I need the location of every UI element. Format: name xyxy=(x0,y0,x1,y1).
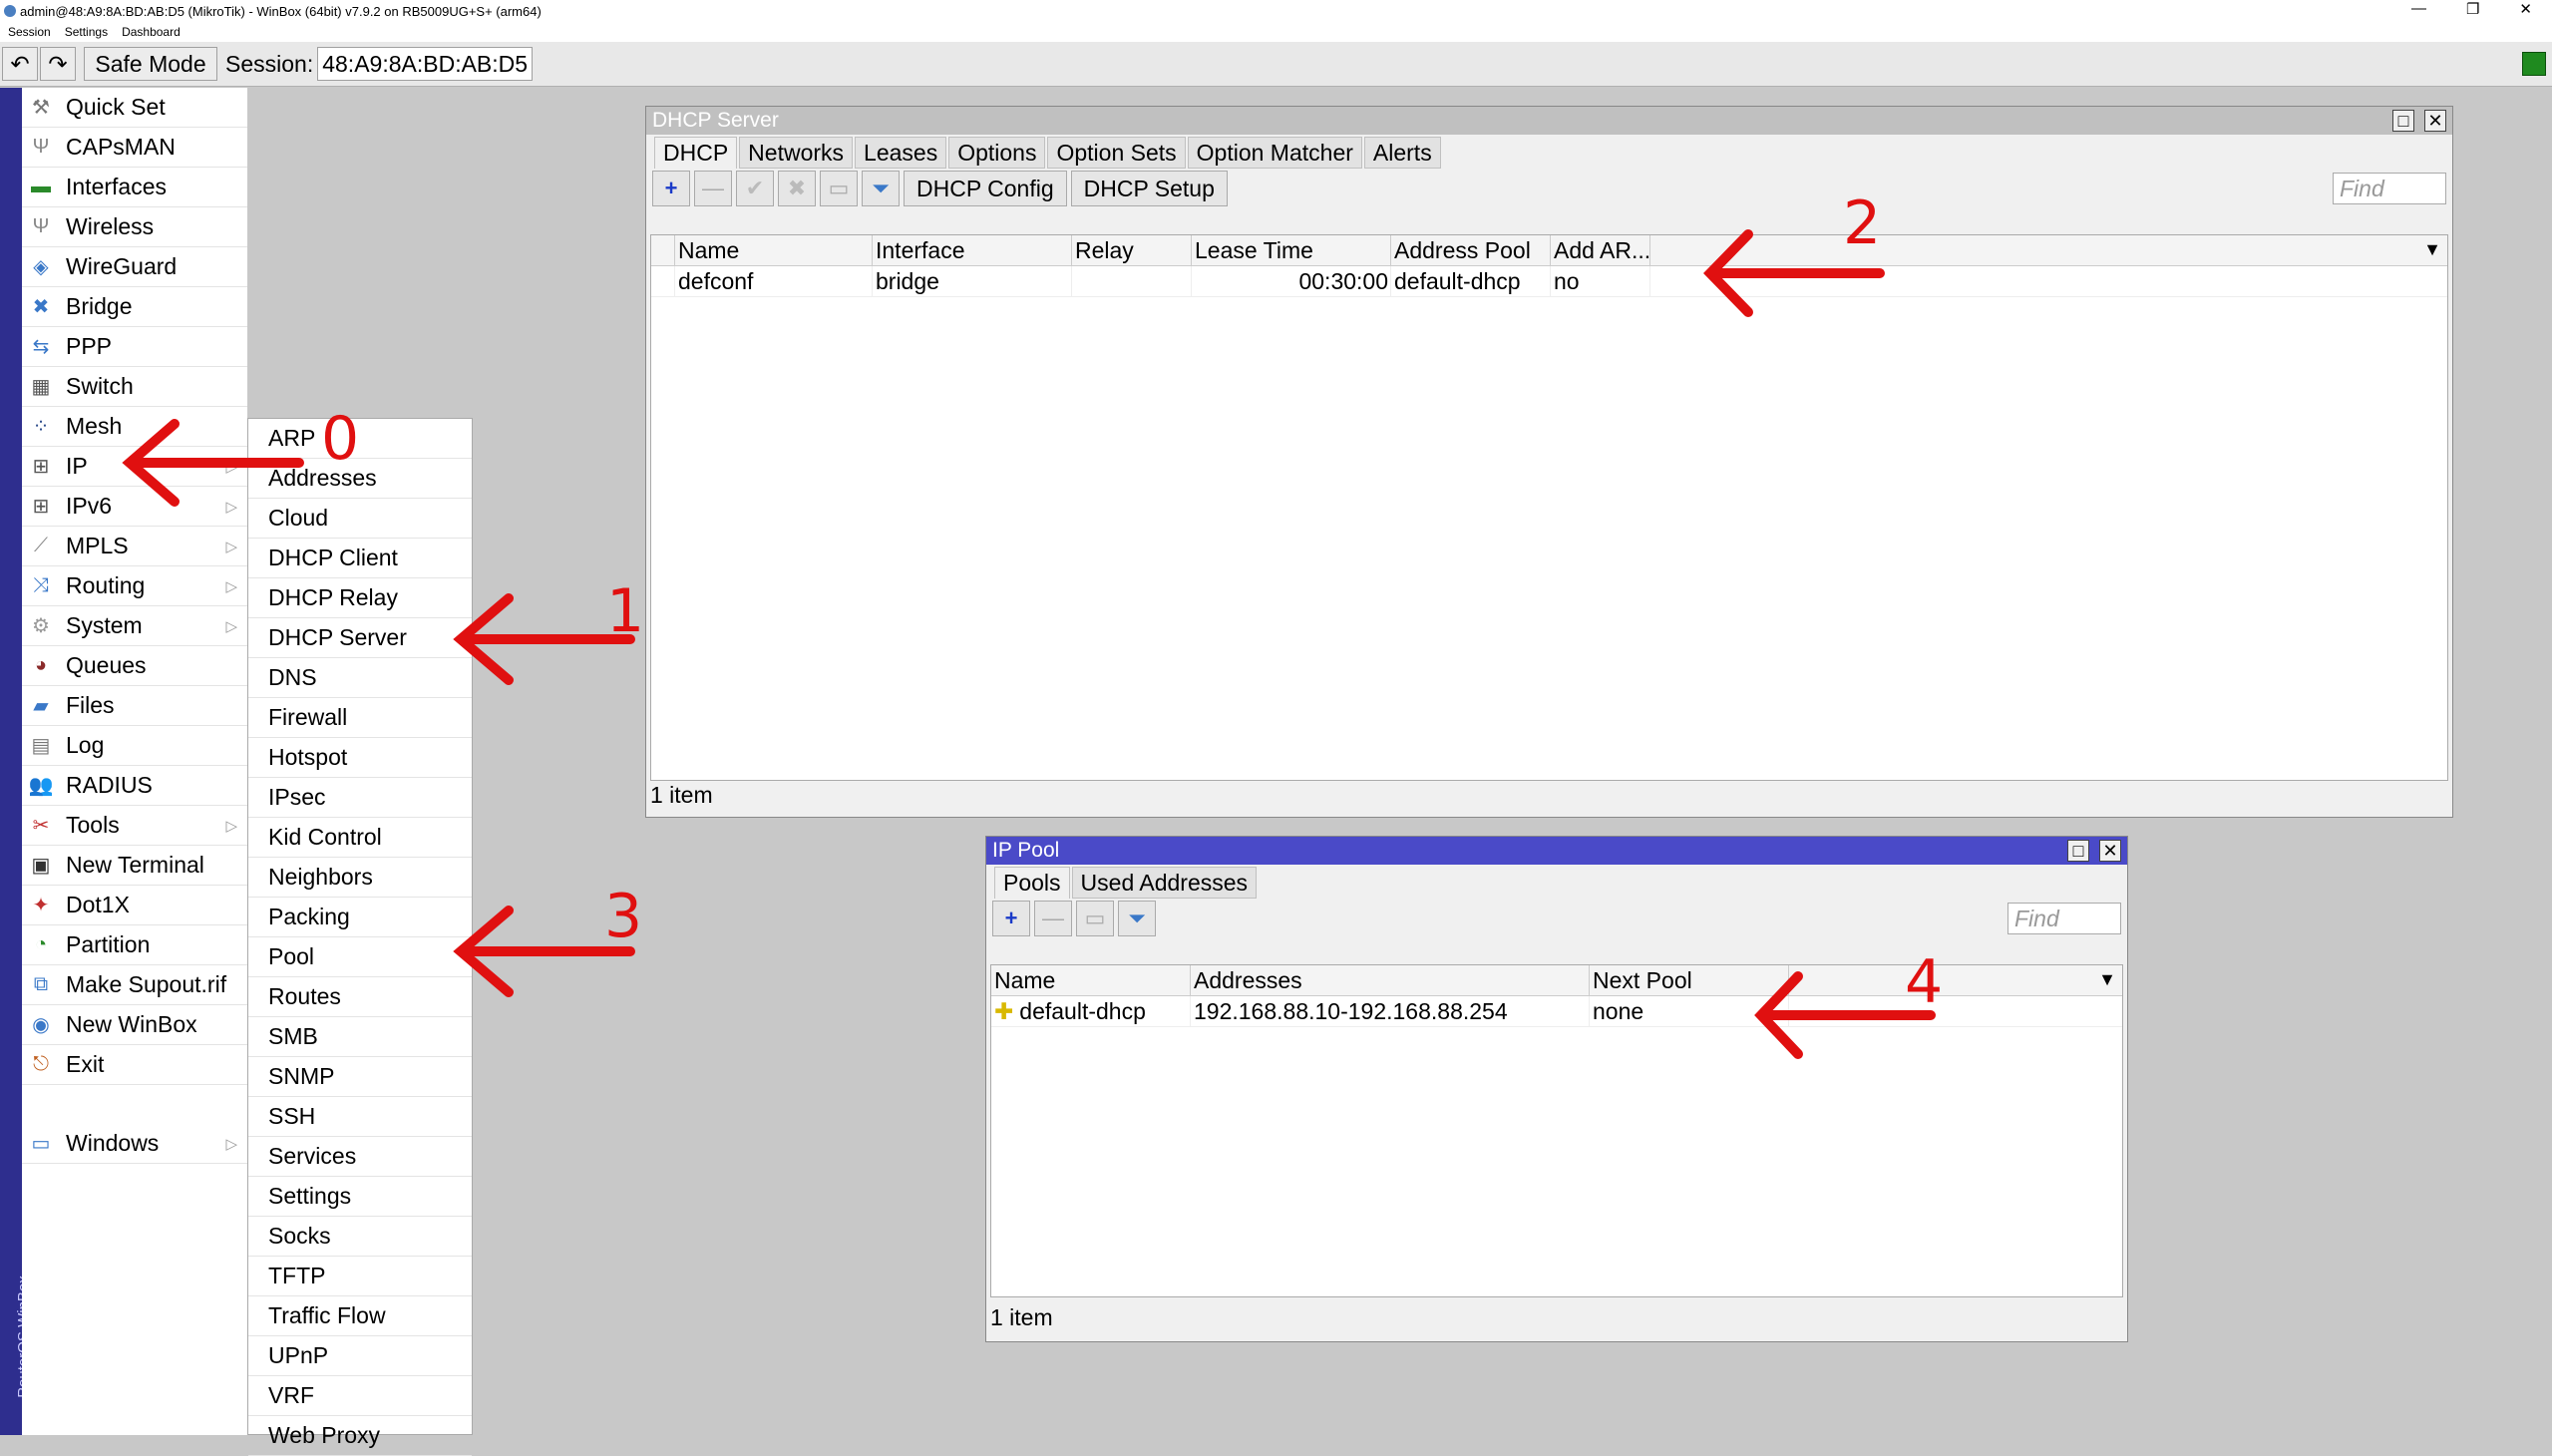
arrow-1 xyxy=(453,593,635,685)
annotation-1: 1 xyxy=(606,576,645,646)
annotation-2: 2 xyxy=(1843,188,1882,258)
annotation-3: 3 xyxy=(604,882,643,951)
annotation-0: 0 xyxy=(321,404,360,474)
annotation-arrows xyxy=(122,229,1936,1059)
annotation-4: 4 xyxy=(1905,947,1944,1017)
arrow-0 xyxy=(122,419,304,507)
